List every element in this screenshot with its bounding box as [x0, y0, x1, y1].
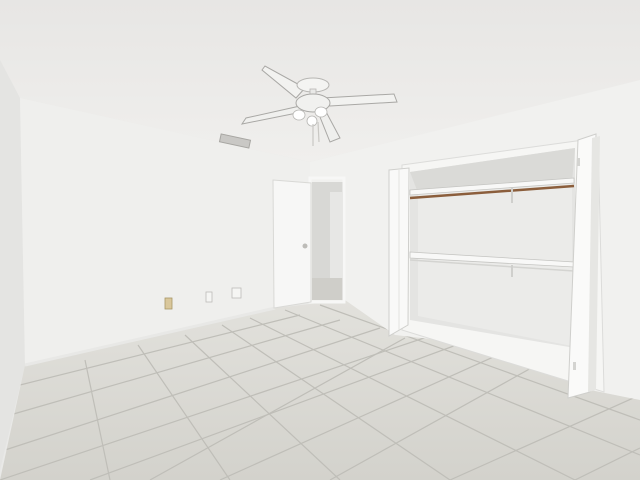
fan-light-globe [306, 115, 318, 127]
wall-outlet-left [164, 297, 173, 310]
hallway-back-wall [330, 192, 342, 282]
fan-light-globe [314, 106, 328, 118]
bifold-hinge [577, 158, 580, 166]
door-knob [302, 243, 308, 249]
empty-bedroom-photo [0, 0, 640, 480]
fan-light-globe [292, 109, 306, 121]
wall-outlet-mid [205, 291, 213, 303]
hallway-floor [312, 278, 344, 300]
light-switch-plate [231, 287, 242, 299]
bifold-hinge [573, 362, 576, 370]
